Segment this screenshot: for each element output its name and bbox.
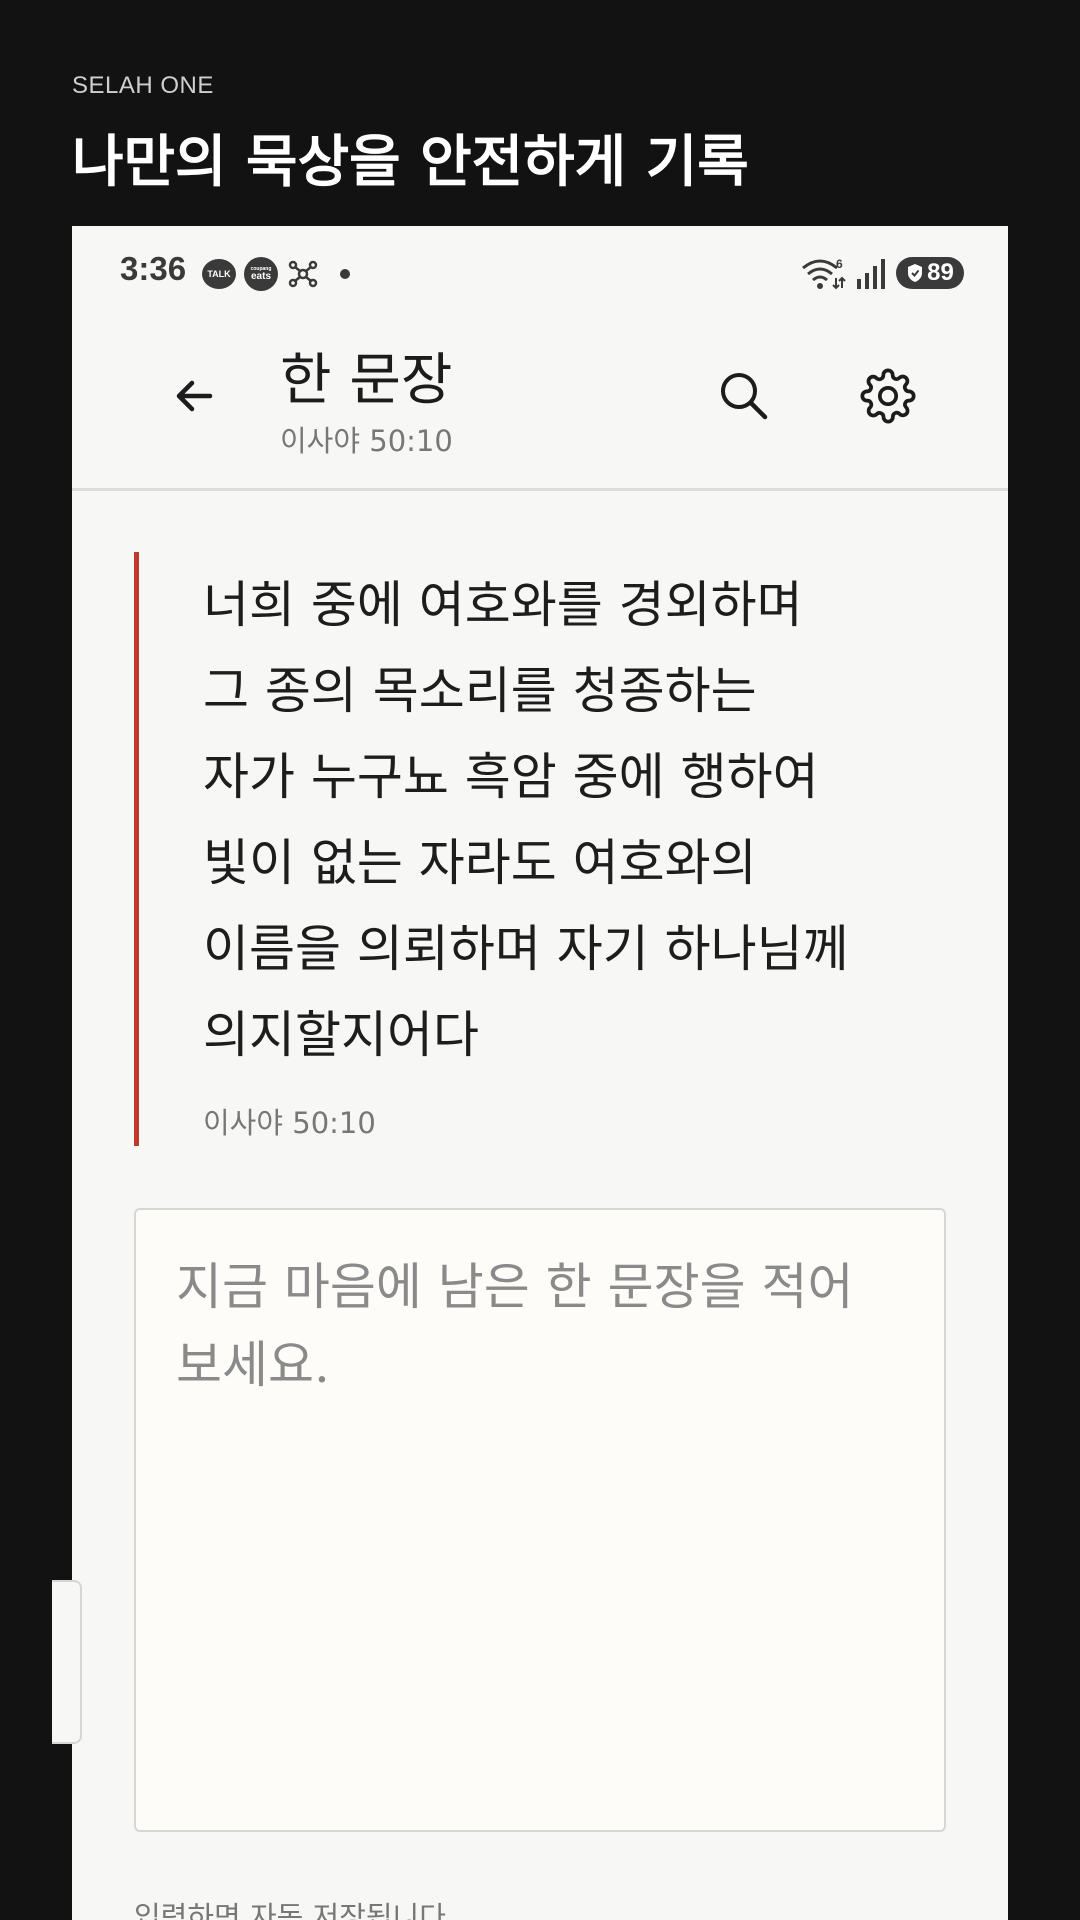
- edge-panel-handle[interactable]: [52, 1580, 82, 1744]
- status-time: 3:36: [120, 250, 187, 287]
- more-notifications-dot-icon: [340, 269, 350, 279]
- back-button[interactable]: [164, 366, 224, 426]
- gear-icon: [860, 368, 916, 424]
- settings-button[interactable]: [856, 364, 920, 428]
- note-input[interactable]: [136, 1210, 944, 1830]
- wifi-6-label: 6: [836, 257, 843, 271]
- kakaotalk-icon: TALK: [202, 259, 236, 289]
- verse-line: 이름을 의뢰하며 자기 하나님께: [203, 920, 849, 978]
- search-button[interactable]: [712, 364, 776, 428]
- search-icon: [721, 373, 768, 420]
- verse-line: 빛이 없는 자라도 여호와의: [203, 834, 757, 892]
- verse-reference: 이사야 50:10: [203, 1106, 376, 1140]
- brand-label: SELAH ONE: [72, 72, 214, 99]
- status-bar: 3:36 TALK coupang eats 6 89: [72, 226, 1008, 318]
- verse-quote: 너희 중에 여호와를 경외하며 그 종의 목소리를 청종하는 자가 누구뇨 흑암…: [134, 552, 934, 1146]
- coupang-eats-icon-label: eats: [250, 271, 271, 282]
- cellular-signal-icon: [857, 259, 885, 289]
- network-hub-icon: [288, 260, 318, 288]
- page-subtitle: 이사야 50:10: [280, 424, 453, 458]
- note-editor: [134, 1208, 946, 1832]
- verse-line: 자가 누구뇨 흑암 중에 행하여: [203, 748, 819, 806]
- notification-icons: TALK coupang eats: [202, 256, 350, 292]
- phone-screen: 3:36 TALK coupang eats 6 89 한 문장 이사야 50:…: [72, 226, 1008, 1920]
- page-title: 한 문장: [280, 348, 453, 413]
- verse-line: 의지할지어다: [203, 1006, 479, 1064]
- system-status-icons: 6 89: [800, 256, 964, 290]
- verse-text: 너희 중에 여호와를 경외하며 그 종의 목소리를 청종하는 자가 누구뇨 흑암…: [203, 562, 933, 1078]
- battery-indicator: 89: [896, 257, 964, 289]
- autosave-hint: 입력하면 자동 저장됩니다: [134, 1900, 446, 1920]
- verse-line: 그 종의 목소리를 청종하는: [203, 662, 757, 720]
- arrow-back-icon: [176, 380, 213, 412]
- verse-line: 너희 중에 여호와를 경외하며: [203, 576, 803, 634]
- battery-shield-icon: [908, 264, 923, 282]
- battery-level: 89: [927, 259, 954, 286]
- promo-headline: 나만의 묵상을 안전하게 기록: [72, 129, 749, 195]
- wifi-icon: 6: [802, 257, 846, 290]
- app-bar: 한 문장 이사야 50:10: [72, 318, 1008, 491]
- coupang-eats-icon: coupang eats: [244, 257, 278, 291]
